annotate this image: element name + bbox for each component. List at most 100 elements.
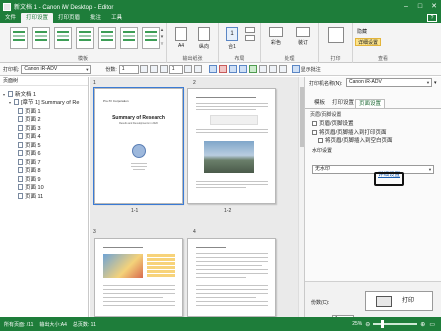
hide-option[interactable]: 隐藏 [357, 28, 367, 36]
tab-file[interactable]: 文件 [0, 13, 21, 23]
print-button-label: 打印 [402, 298, 415, 304]
zoom-slider-handle[interactable] [381, 320, 385, 328]
show-comments-toggle[interactable]: 显示批注 [301, 66, 321, 73]
status-bar: 所有页面: /11 输出大小:A4 总页数: 11 25% ⊖ ⊕ ▭ [0, 317, 441, 331]
undo-icon[interactable] [268, 65, 277, 73]
page-thumbnail-1[interactable]: Pro-Tri Corporation Summary of Research … [93, 87, 184, 205]
template-thumb-2[interactable] [32, 27, 50, 49]
first-page-icon[interactable] [149, 65, 158, 73]
watermark-value: 无水印 [315, 166, 331, 172]
prev-page-icon[interactable] [159, 65, 168, 73]
annotation-icon[interactable] [291, 65, 300, 73]
orientation-button[interactable]: 纵向 [193, 27, 215, 50]
cut-icon[interactable] [228, 65, 237, 73]
print-ribbon-button[interactable] [325, 27, 347, 45]
page-thumbnail-3[interactable] [94, 238, 183, 317]
next-page-icon[interactable] [183, 65, 192, 73]
tab-template[interactable]: 模板 [311, 99, 328, 108]
zoom-level: 25% [352, 321, 363, 327]
close-button[interactable]: ✕ [427, 0, 441, 13]
printer-select[interactable]: Canon iR-ADV ▼ [21, 64, 92, 74]
layout-options[interactable] [243, 27, 257, 43]
zoom-out-icon[interactable]: ⊖ [365, 321, 370, 328]
rotate-icon[interactable] [258, 65, 267, 73]
zoom-slider[interactable] [373, 320, 418, 328]
tree-page[interactable]: 页面 11 [18, 193, 43, 201]
page-header-text: Pro-Tri Corporation [103, 99, 129, 103]
template-scroll-arrows[interactable]: ▴ ▾ ▿ [158, 27, 166, 49]
paste-icon[interactable] [238, 65, 247, 73]
tree-page[interactable]: 页面 4 [18, 133, 41, 141]
stepper-icon[interactable] [139, 65, 148, 73]
tree-page[interactable]: 页面 6 [18, 150, 41, 158]
tree-chapter[interactable]: ▾ [章节 1] Summary of Re [9, 99, 79, 107]
last-page-icon[interactable] [193, 65, 202, 73]
insert-print-page-checkbox[interactable]: 将页眉/页脚插入到打印页面 [312, 129, 387, 137]
watermark-select[interactable]: 无水印 ▼ [312, 165, 434, 174]
text-line [196, 129, 268, 130]
tree-page[interactable]: 页面 1 [18, 108, 41, 116]
page-input[interactable]: 1 [168, 64, 183, 74]
tree-page[interactable]: 页面 2 [18, 116, 41, 124]
header-footer-checkbox[interactable]: 页眉/页脚设置 [312, 120, 354, 128]
layout-count: 1 [226, 27, 238, 41]
print-button[interactable]: 打印 [365, 291, 433, 311]
copies-input[interactable]: 1 [118, 64, 139, 74]
tab-annotation[interactable]: 批注 [85, 13, 106, 23]
pages-per-sheet-button[interactable]: 1 合1 [223, 27, 241, 50]
settings-copies-label: 份数(C): [311, 300, 330, 306]
window-title: 新文档 1 - Canon iW Desktop - Editor [14, 5, 114, 11]
copies-value: 1 [121, 65, 125, 72]
tree-page[interactable]: 页面 9 [18, 176, 41, 184]
tree-page[interactable]: 页面 3 [18, 125, 41, 133]
redo-icon[interactable] [278, 65, 287, 73]
document-icon [8, 91, 13, 97]
color-mode-button[interactable]: 彩色 [265, 27, 287, 46]
tab-tools[interactable]: 工具 [106, 13, 127, 23]
tree-page[interactable]: 页面 8 [18, 167, 41, 175]
text-line [196, 184, 268, 185]
tab-print-setup[interactable]: 打印设置 [329, 99, 357, 108]
tree-page[interactable]: 页面 5 [18, 142, 41, 150]
layout-option-icon-2 [245, 35, 255, 41]
duplex-button[interactable]: 装订 [291, 27, 315, 46]
text-line [103, 305, 175, 306]
settings-printer-select[interactable]: Canon iR-ADV ▼ [346, 78, 432, 87]
tree-page[interactable]: 页面 10 [18, 184, 44, 192]
tree-page[interactable]: 页面 7 [18, 159, 41, 167]
toolbar: 打印机: Canon iR-ADV ▼ 份数: 1 1 显示批注 [0, 63, 441, 76]
page-icon [18, 193, 23, 199]
settings-pin-icon[interactable]: ▾ [434, 80, 437, 86]
help-icon[interactable]: ? [427, 14, 437, 22]
template-thumb-6[interactable] [120, 27, 138, 49]
template-thumb-1[interactable] [10, 27, 28, 49]
maximize-button[interactable]: □ [413, 0, 427, 13]
template-thumb-5[interactable] [98, 27, 116, 49]
duplex-icon [296, 27, 310, 37]
tab-print-header[interactable]: 打印页眉 [53, 13, 85, 23]
minimize-button[interactable]: – [399, 0, 413, 13]
delete-icon[interactable] [218, 65, 227, 73]
page-thumbnail-2[interactable] [187, 88, 276, 204]
insert-icon[interactable] [248, 65, 257, 73]
template-thumb-3[interactable] [54, 27, 72, 49]
print-group: 打印 [319, 23, 353, 63]
template-group-label: 模板 [77, 56, 88, 62]
tab-page-setup[interactable]: 页面设置 [355, 99, 386, 108]
page-icon [18, 176, 23, 182]
printer-icon [376, 296, 392, 307]
template-thumb-4[interactable] [76, 27, 94, 49]
page-thumbnail-4[interactable] [187, 238, 276, 317]
printer-value: Canon iR-ADV [24, 65, 58, 72]
tab-print-settings[interactable]: 打印设置 [21, 13, 54, 23]
insert-blank-page-checkbox[interactable]: 将页眉/页脚插入到空白页面 [318, 137, 393, 145]
zoom-in-icon[interactable]: ⊕ [420, 321, 425, 328]
text-line [103, 285, 175, 286]
text-line [103, 301, 175, 302]
paper-icon [175, 27, 187, 41]
fit-page-icon[interactable]: ▭ [429, 321, 435, 328]
tree-root[interactable]: ▾ 新文档 1 [3, 91, 36, 99]
detail-settings-toggle[interactable]: 详细设置 [355, 38, 382, 46]
copy-icon[interactable] [208, 65, 217, 73]
paper-size-button[interactable]: A4 [171, 27, 191, 49]
